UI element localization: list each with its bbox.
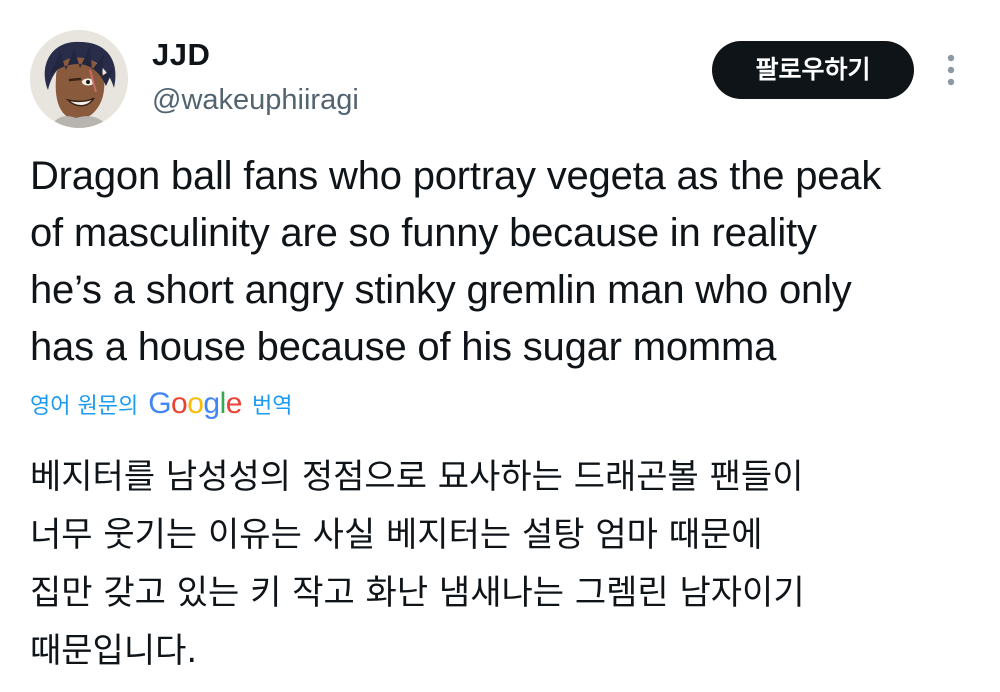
author-handle[interactable]: @wakeuphiiragi bbox=[152, 82, 359, 118]
translated-text-line: 너무 웃기는 이유는 사실 베지터는 설탕 엄마 때문에 bbox=[30, 515, 763, 555]
more-options-button[interactable] bbox=[936, 50, 966, 90]
tweet-text: Dragon ball fans who portray vegeta as t… bbox=[30, 148, 970, 376]
translation-attribution[interactable]: 영어 원문의 G o o g l e 번역 bbox=[30, 384, 292, 424]
author-display-name[interactable]: JJD bbox=[152, 36, 359, 74]
google-logo-letter: G bbox=[148, 387, 172, 420]
translated-text-line: 때문입니다. bbox=[30, 631, 198, 671]
translation-prefix: 영어 원문의 bbox=[30, 394, 139, 419]
google-logo: G o o g l e bbox=[148, 387, 242, 421]
tweet: JJD @wakeuphiiragi 팔로우하기 Dragon ball fan… bbox=[0, 0, 1000, 692]
google-logo-letter: g bbox=[203, 387, 220, 420]
tweet-text-line: he’s a short angry stinky gremlin man wh… bbox=[30, 268, 852, 312]
google-logo-letter: e bbox=[225, 387, 243, 420]
google-logo-letter: o bbox=[187, 387, 204, 420]
avatar-image bbox=[30, 30, 128, 128]
translated-text-line: 베지터를 남성성의 정점으로 묘사하는 드래곤볼 팬들이 bbox=[30, 457, 804, 497]
author-avatar[interactable] bbox=[30, 30, 128, 128]
translated-text: 베지터를 남성성의 정점으로 묘사하는 드래곤볼 팬들이 너무 웃기는 이유는 … bbox=[30, 448, 970, 680]
author-info: JJD @wakeuphiiragi bbox=[152, 36, 359, 118]
more-vertical-icon bbox=[947, 54, 955, 86]
translation-suffix: 번역 bbox=[251, 394, 293, 419]
follow-button[interactable]: 팔로우하기 bbox=[712, 41, 914, 99]
tweet-text-line: Dragon ball fans who portray vegeta as t… bbox=[30, 154, 882, 198]
google-logo-letter: o bbox=[171, 387, 188, 420]
tweet-text-line: has a house because of his sugar momma bbox=[30, 325, 777, 369]
translated-text-line: 집만 갖고 있는 키 작고 화난 냄새나는 그렘린 남자이기 bbox=[30, 573, 805, 613]
tweet-text-line: of masculinity are so funny because in r… bbox=[30, 211, 817, 255]
